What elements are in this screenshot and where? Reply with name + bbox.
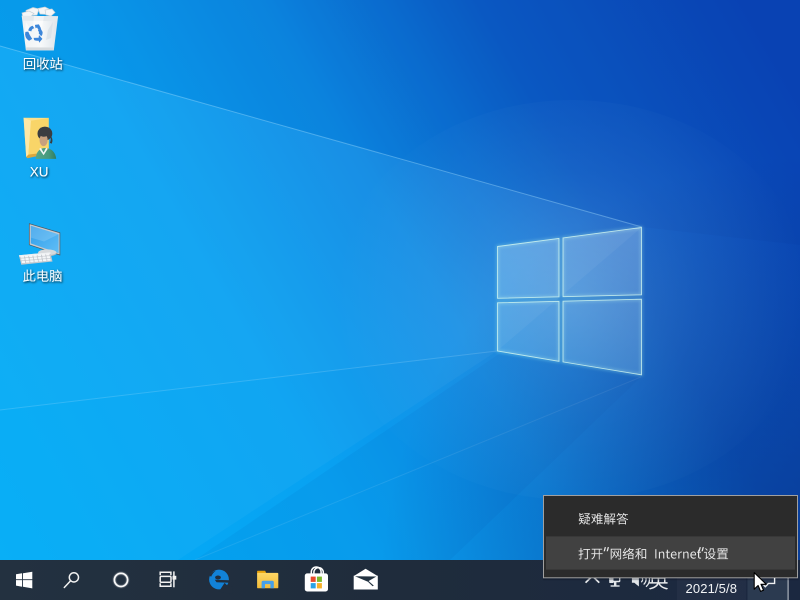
svg-text:XU: XU [30, 165, 49, 180]
svg-text:2021/5/8: 2021/5/8 [686, 581, 738, 596]
